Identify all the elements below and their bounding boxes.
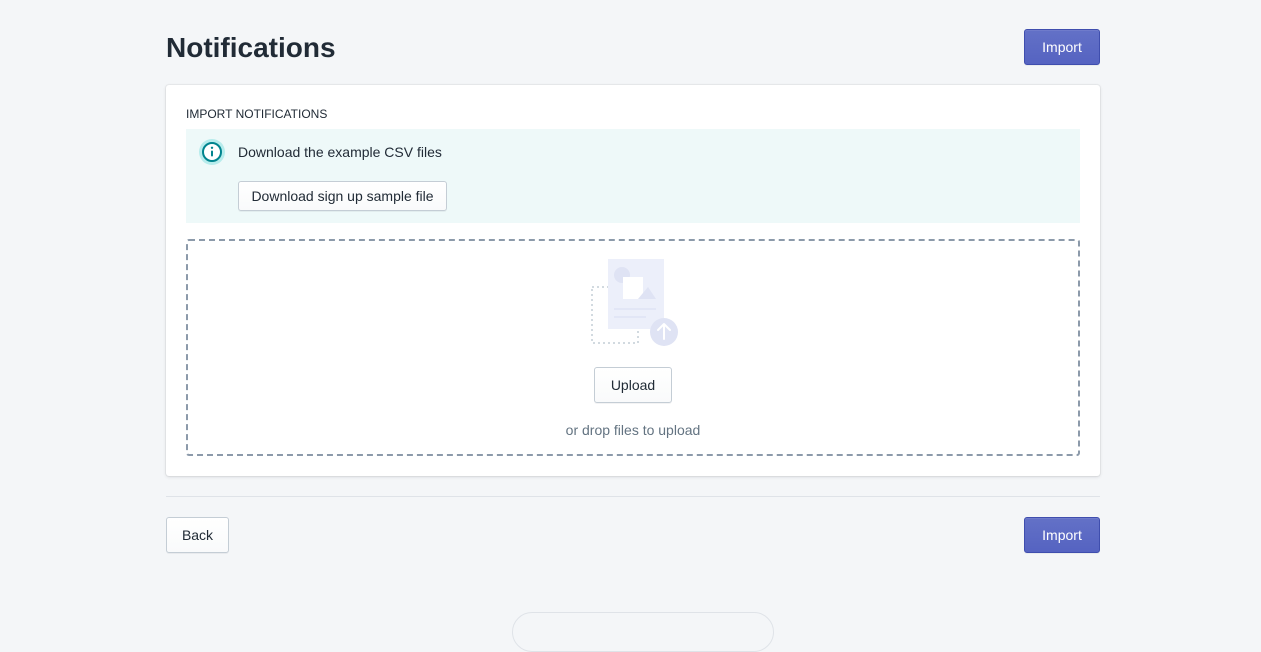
footer-import-button[interactable]: Import bbox=[1024, 517, 1100, 553]
file-dropzone[interactable]: Upload or drop files to upload bbox=[186, 239, 1080, 456]
info-banner: Download the example CSV files Download … bbox=[186, 129, 1080, 223]
section-heading: IMPORT NOTIFICATIONS bbox=[186, 107, 328, 121]
info-icon bbox=[198, 138, 226, 166]
back-button[interactable]: Back bbox=[166, 517, 229, 553]
upload-button[interactable]: Upload bbox=[594, 367, 672, 403]
download-sample-button[interactable]: Download sign up sample file bbox=[238, 181, 447, 211]
banner-text: Download the example CSV files bbox=[238, 144, 442, 160]
import-card: IMPORT NOTIFICATIONS Download the exampl… bbox=[166, 85, 1100, 476]
footer-help-pill bbox=[512, 612, 774, 652]
drop-hint: or drop files to upload bbox=[565, 422, 701, 438]
file-upload-illustration-icon bbox=[590, 257, 680, 347]
page-title: Notifications bbox=[166, 32, 336, 63]
page: Notifications Import IMPORT NOTIFICATION… bbox=[166, 0, 1100, 553]
header-import-button[interactable]: Import bbox=[1024, 29, 1100, 65]
divider bbox=[166, 496, 1100, 497]
page-header: Notifications Import bbox=[166, 0, 1100, 90]
